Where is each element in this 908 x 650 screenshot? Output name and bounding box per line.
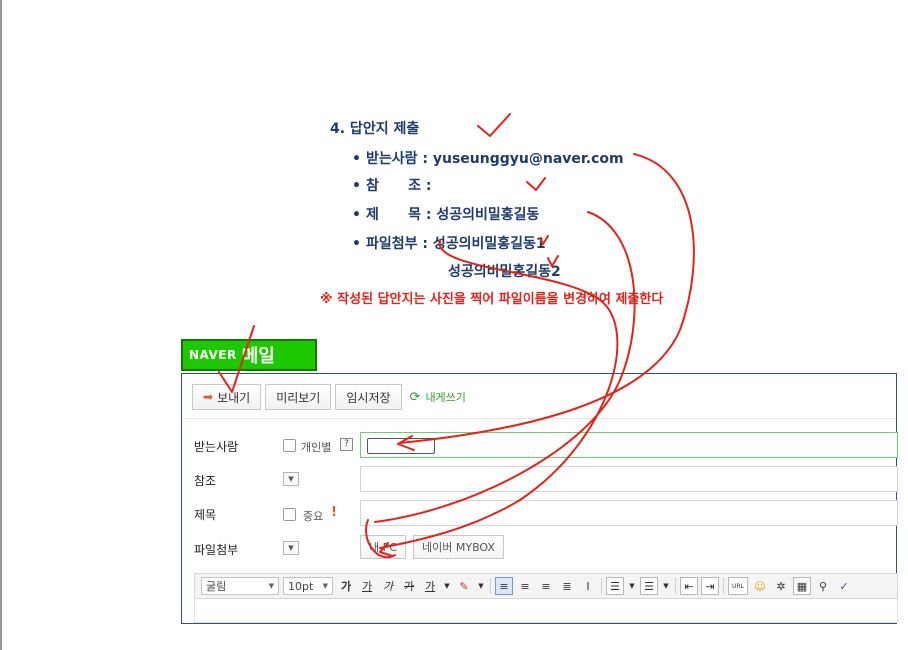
checkmark-annotation [526,177,546,191]
naver-brand: NAVER [189,348,237,362]
divider [601,578,602,594]
recipient-token-box[interactable] [367,438,435,454]
chevron-down-icon[interactable]: ▼ [442,577,452,595]
font-size-select[interactable]: 10pt ▼ [283,577,333,595]
divider [182,418,896,419]
important-checkbox[interactable] [283,508,296,521]
divider [490,578,491,594]
chevron-down-icon[interactable]: ▼ [283,541,299,555]
send-button[interactable]: ➡ 보내기 [192,384,262,410]
arrow-right-icon: ➡ [203,390,214,404]
instruction-attach-2: 성공의비밀홍길동2 [448,261,561,281]
instruction-attach: • 파일첨부 : 성공의비밀홍길동1 [352,233,546,253]
align-right-icon[interactable]: ≡ [537,577,555,595]
send-label: 보내기 [217,390,251,405]
write-to-self-label: 내게쓰기 [425,391,466,404]
bullet-list-icon[interactable]: ☰ [640,577,658,595]
subject-input[interactable] [360,500,898,526]
write-to-self-link[interactable]: ⟳ 내게쓰기 [410,389,466,405]
instruction-text: 받는사람 : yuseunggyu@naver.com [366,151,624,167]
url-link-icon[interactable]: URL [728,577,748,595]
divider [723,578,724,594]
strikethrough-button[interactable]: 가 [400,577,418,595]
italic-button[interactable]: 가 [379,577,397,595]
chevron-down-icon: ▼ [322,582,328,590]
instruction-text: 성공의비밀홍길동2 [448,264,561,280]
chevron-down-icon[interactable]: ▼ [283,472,299,486]
left-border [0,0,2,650]
individual-checkbox[interactable] [283,439,296,452]
align-justify-icon[interactable]: ≣ [558,577,576,595]
emoticon-icon[interactable]: ☺ [751,577,769,595]
instruction-text: 파일첨부 : 성공의비밀홍길동1 [366,236,546,252]
instruction-cc: • 참 조 : [352,175,431,195]
checkmark-annotation [477,113,511,137]
mybox-button[interactable]: 네이버 MYBOX [413,535,504,559]
chevron-down-icon[interactable]: ▼ [627,577,637,595]
bold-button[interactable]: 가 [337,577,355,595]
mail-service-name: 메일 [241,346,275,367]
recipient-input[interactable] [360,432,898,458]
font-value: 굴림 [206,580,227,593]
spellcheck-icon[interactable]: ✓ [835,577,853,595]
instruction-recipient: • 받는사람 : yuseunggyu@naver.com [352,148,624,168]
bullet: • [352,151,361,167]
editor-toolbar: 굴림 ▼ 10pt ▼ 가 가 가 가 가 ▼ ✎ ▼ ≡ ≡ ≡ ≣ I ☰ ▼ … [194,573,898,599]
bullet: • [352,178,361,194]
table-icon[interactable]: ▦ [793,577,811,595]
my-pc-button[interactable]: 내 PC [360,535,406,559]
font-size-value: 10pt [288,579,314,593]
save-draft-button[interactable]: 임시저장 [335,384,402,410]
chevron-down-icon[interactable]: ▼ [476,577,486,595]
instruction-note: ※ 작성된 답안지는 사진을 찍어 파일이름을 변경하여 제출한다 [320,292,664,307]
special-char-icon[interactable]: ✲ [772,577,790,595]
bullet: • [352,207,361,223]
naver-mail-logo[interactable]: NAVER 메일 [181,339,317,371]
underline-button[interactable]: 가 [358,577,376,595]
instructions-title: 4. 답안지 제출 [330,121,420,137]
instruction-subject: • 제 목 : 성공의비밀홍길동 [352,204,539,224]
bullet: • [352,236,361,252]
cc-input[interactable] [360,466,898,492]
instruction-text: 제 목 : 성공의비밀홍길동 [366,207,540,223]
instruction-text: 참 조 : [366,178,432,194]
refresh-icon: ⟳ [409,389,421,405]
align-left-icon[interactable]: ≡ [495,577,513,595]
outdent-icon[interactable]: ⇤ [680,577,698,595]
important-label: 중요 [303,510,324,523]
font-color-button[interactable]: 가 [421,577,439,595]
important-icon: ! [331,505,337,520]
editor-body[interactable] [194,599,898,623]
individual-label: 개인별 [301,441,332,454]
search-icon[interactable]: ⚲ [814,577,832,595]
chevron-down-icon[interactable]: ▼ [661,577,671,595]
attach-label: 파일첨부 [194,543,239,557]
preview-button[interactable]: 미리보기 [265,384,332,410]
compose-toolbar: ➡ 보내기 미리보기 임시저장 ⟳ 내게쓰기 [192,384,466,410]
cc-label: 참조 [194,474,217,488]
line-height-icon[interactable]: I [579,577,597,595]
divider [675,578,676,594]
subject-label: 제목 [194,508,217,522]
help-icon[interactable]: ? [340,438,353,451]
mail-compose-panel: ➡ 보내기 미리보기 임시저장 ⟳ 내게쓰기 받는사람 개인별 ? 참조 ▼ 제… [181,373,898,624]
highlight-icon[interactable]: ✎ [455,577,473,595]
font-select[interactable]: 굴림 ▼ [201,577,279,595]
indent-icon[interactable]: ⇥ [701,577,719,595]
recipient-label: 받는사람 [194,440,239,454]
chevron-down-icon: ▼ [268,582,274,590]
align-center-icon[interactable]: ≡ [516,577,534,595]
numbered-list-icon[interactable]: ☰ [606,577,624,595]
